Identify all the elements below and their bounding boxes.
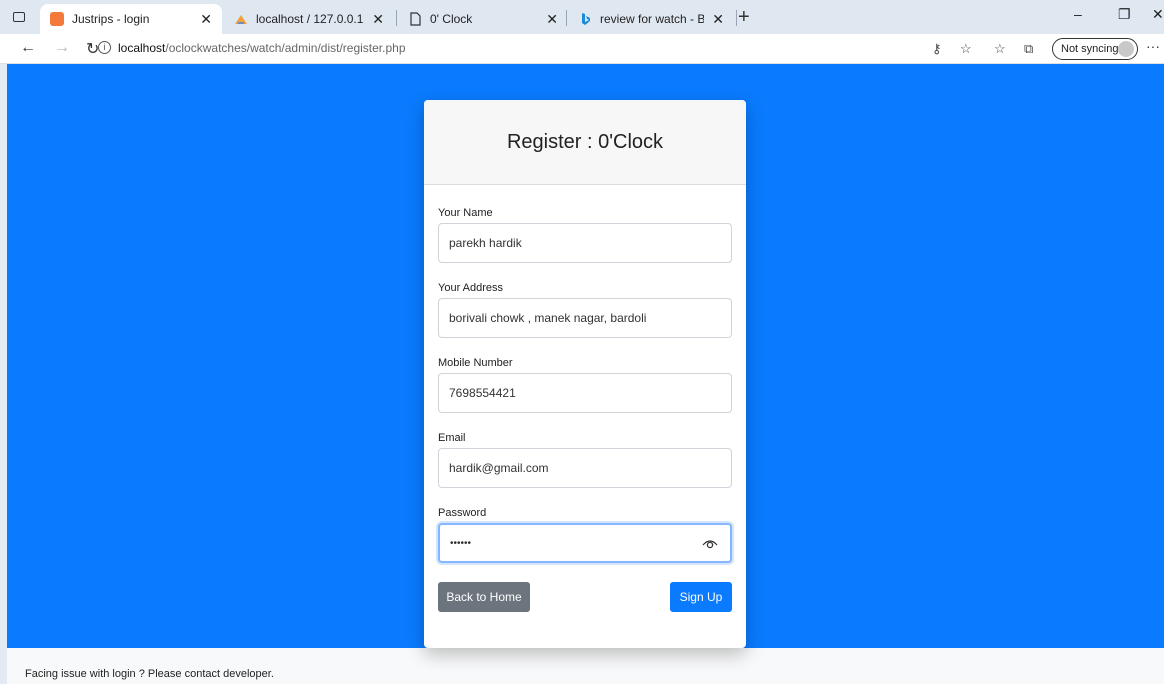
card-header: Register : 0'Clock xyxy=(424,100,746,185)
browser-toolbar: ← → ↻ i localhost/oclockwatches/watch/ad… xyxy=(0,34,1164,64)
name-field[interactable]: parekh hardik xyxy=(438,223,732,263)
close-tab-icon[interactable]: ✕ xyxy=(200,11,212,28)
password-value: •••••• xyxy=(450,537,472,549)
avatar xyxy=(1118,41,1134,57)
page-icon xyxy=(408,12,422,26)
close-window-icon[interactable]: ✕ xyxy=(1152,6,1164,23)
restore-icon[interactable]: ❐ xyxy=(1118,6,1131,23)
close-tab-icon[interactable]: ✕ xyxy=(372,11,384,28)
collections-icon[interactable]: ⧉ xyxy=(1024,41,1033,57)
bing-icon xyxy=(578,12,592,26)
password-label: Password xyxy=(438,507,487,519)
tab-separator xyxy=(396,10,397,26)
new-tab-button[interactable]: + xyxy=(738,5,750,29)
tab-bing[interactable]: review for watch - Bing ✕ xyxy=(568,4,734,34)
site-info-icon[interactable]: i xyxy=(98,41,111,54)
register-card: Register : 0'Clock Your Name parekh hard… xyxy=(424,100,746,648)
forward-arrow-icon[interactable]: → xyxy=(54,39,70,57)
tab-justrips[interactable]: Justrips - login ✕ xyxy=(40,4,222,34)
footer-help-text: Facing issue with login ? Please contact… xyxy=(25,668,274,680)
address-value: borivali chowk , manek nagar, bardoli xyxy=(449,311,647,325)
tab-separator xyxy=(566,10,567,26)
sync-label: Not syncing xyxy=(1061,43,1119,55)
password-field[interactable]: •••••• xyxy=(438,523,732,563)
email-value: hardik@gmail.com xyxy=(449,461,549,475)
tab-title: Justrips - login xyxy=(72,12,150,26)
more-menu-icon[interactable]: ··· xyxy=(1146,38,1160,54)
back-arrow-icon[interactable]: ← xyxy=(20,39,36,57)
tab-separator xyxy=(736,10,737,26)
browser-window: Justrips - login ✕ localhost / 127.0.0.1… xyxy=(0,0,1164,684)
url-host: localhost xyxy=(118,41,166,55)
favorites-list-icon[interactable]: ☆ xyxy=(994,41,1006,57)
favorite-star-icon[interactable]: ☆ xyxy=(960,41,972,57)
show-password-eye-icon[interactable] xyxy=(702,536,718,550)
name-value: parekh hardik xyxy=(449,236,522,250)
address-bar[interactable]: localhost/oclockwatches/watch/admin/dist… xyxy=(118,41,406,55)
email-label: Email xyxy=(438,432,466,444)
close-tab-icon[interactable]: ✕ xyxy=(712,11,724,28)
sign-up-button[interactable]: Sign Up xyxy=(670,582,732,612)
mobile-value: 7698554421 xyxy=(449,386,516,400)
address-field[interactable]: borivali chowk , manek nagar, bardoli xyxy=(438,298,732,338)
mobile-field[interactable]: 7698554421 xyxy=(438,373,732,413)
phpmyadmin-favicon-icon xyxy=(234,12,248,26)
tab-strip: Justrips - login ✕ localhost / 127.0.0.1… xyxy=(0,0,1164,34)
minimize-icon[interactable]: – xyxy=(1074,6,1082,22)
address-label: Your Address xyxy=(438,282,504,294)
email-field[interactable]: hardik@gmail.com xyxy=(438,448,732,488)
profile-sync-button[interactable]: Not syncing xyxy=(1052,38,1138,60)
close-tab-icon[interactable]: ✕ xyxy=(546,11,558,28)
tab-title: 0' Clock xyxy=(430,12,473,26)
tab-actions-icon[interactable] xyxy=(8,7,30,27)
key-icon[interactable]: ⚷ xyxy=(932,41,942,57)
name-label: Your Name xyxy=(438,207,493,219)
page-title: Register : 0'Clock xyxy=(506,130,664,153)
tab-title: review for watch - Bing xyxy=(600,12,705,26)
url-path: /oclockwatches/watch/admin/dist/register… xyxy=(165,41,406,55)
back-to-home-button[interactable]: Back to Home xyxy=(438,582,530,612)
tab-oclock[interactable]: 0' Clock ✕ xyxy=(398,4,568,34)
tab-phpmyadmin[interactable]: localhost / 127.0.0.1 / 0clock / fe ✕ xyxy=(224,4,394,34)
justrips-favicon-icon xyxy=(50,12,64,26)
tab-title: localhost / 127.0.0.1 / 0clock / fe xyxy=(256,12,364,26)
mobile-label: Mobile Number xyxy=(438,357,513,369)
web-page: Register : 0'Clock Your Name parekh hard… xyxy=(7,64,1164,684)
